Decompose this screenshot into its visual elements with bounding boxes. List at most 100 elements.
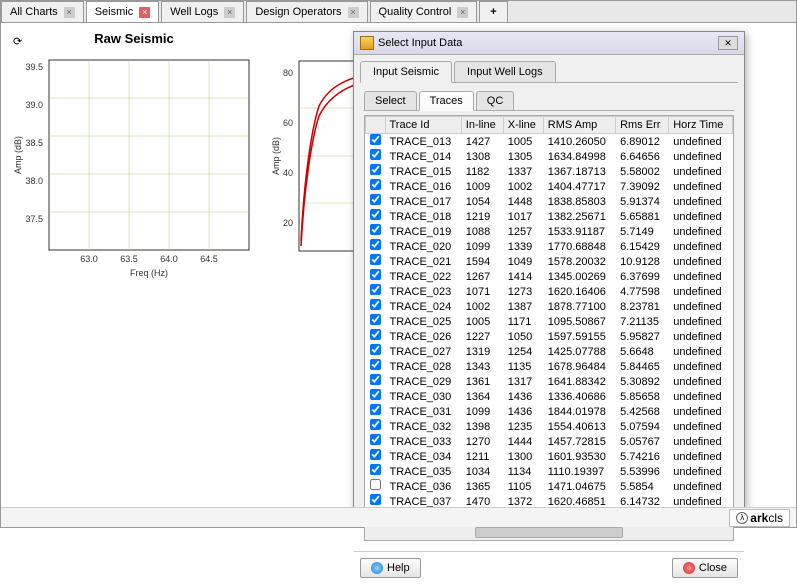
row-checkbox[interactable] xyxy=(370,164,381,175)
tab-label: Well Logs xyxy=(170,6,218,18)
cell-id: TRACE_026 xyxy=(385,329,461,344)
row-checkbox[interactable] xyxy=(370,479,381,490)
cell-rms: 1095.50867 xyxy=(543,314,615,329)
help-button[interactable]: Help xyxy=(360,558,421,578)
dialog-titlebar[interactable]: Select Input Data ✕ xyxy=(354,32,744,55)
row-checkbox[interactable] xyxy=(370,254,381,265)
row-checkbox[interactable] xyxy=(370,224,381,235)
col-rms-amp[interactable]: RMS Amp xyxy=(543,117,615,134)
table-row[interactable]: TRACE_026122710501597.591555.95827undefi… xyxy=(366,329,733,344)
row-checkbox[interactable] xyxy=(370,314,381,325)
row-checkbox[interactable] xyxy=(370,449,381,460)
table-row[interactable]: TRACE_020109913391770.688486.15429undefi… xyxy=(366,239,733,254)
row-checkbox[interactable] xyxy=(370,434,381,445)
brand-logo[interactable]: λ arkcls xyxy=(729,509,790,527)
traces-table-scroll[interactable]: Trace Id In-line X-line RMS Amp Rms Err … xyxy=(365,116,733,524)
cell-horz: undefined xyxy=(669,209,733,224)
table-row[interactable]: TRACE_024100213871878.771008.23781undefi… xyxy=(366,299,733,314)
cell-xline: 1049 xyxy=(503,254,543,269)
cell-rms: 1878.77100 xyxy=(543,299,615,314)
main-tab-well-logs[interactable]: Well Logs × xyxy=(161,1,244,22)
table-row[interactable]: TRACE_036136511051471.046755.5854undefin… xyxy=(366,479,733,494)
main-tab-quality-control[interactable]: Quality Control× xyxy=(370,1,478,22)
cell-id: TRACE_025 xyxy=(385,314,461,329)
row-checkbox[interactable] xyxy=(370,359,381,370)
row-checkbox[interactable] xyxy=(370,134,381,145)
row-checkbox[interactable] xyxy=(370,494,381,505)
cell-inline: 1099 xyxy=(461,239,503,254)
col-inline[interactable]: In-line xyxy=(461,117,503,134)
table-row[interactable]: TRACE_022126714141345.002696.37699undefi… xyxy=(366,269,733,284)
tab-close-icon[interactable]: × xyxy=(224,7,235,18)
row-checkbox[interactable] xyxy=(370,149,381,160)
cell-id: TRACE_035 xyxy=(385,464,461,479)
cell-err: 5.42568 xyxy=(616,404,669,419)
main-tab-all-charts[interactable]: All Charts× xyxy=(1,1,84,22)
table-row[interactable]: TRACE_030136414361336.406865.85658undefi… xyxy=(366,389,733,404)
tab-input-seismic[interactable]: Input Seismic xyxy=(360,61,452,83)
table-row[interactable]: TRACE_032139812351554.406135.07594undefi… xyxy=(366,419,733,434)
row-checkbox[interactable] xyxy=(370,464,381,475)
tab-close-icon[interactable]: × xyxy=(457,7,468,18)
col-check[interactable] xyxy=(366,117,386,134)
table-row[interactable]: TRACE_033127014441457.728155.05767undefi… xyxy=(366,434,733,449)
cell-xline: 1171 xyxy=(503,314,543,329)
cell-inline: 1211 xyxy=(461,449,503,464)
dialog-close-button[interactable]: ✕ xyxy=(718,36,738,50)
table-row[interactable]: TRACE_015118213371367.187135.58002undefi… xyxy=(366,164,733,179)
col-horz-time[interactable]: Horz Time xyxy=(669,117,733,134)
table-row[interactable]: TRACE_021159410491578.2003210.9128undefi… xyxy=(366,254,733,269)
table-row[interactable]: TRACE_014130813051634.849986.64656undefi… xyxy=(366,149,733,164)
table-row[interactable]: TRACE_035103411341110.193975.53996undefi… xyxy=(366,464,733,479)
row-checkbox[interactable] xyxy=(370,389,381,400)
row-checkbox[interactable] xyxy=(370,374,381,385)
row-checkbox[interactable] xyxy=(370,209,381,220)
table-row[interactable]: TRACE_025100511711095.508677.21135undefi… xyxy=(366,314,733,329)
cell-id: TRACE_018 xyxy=(385,209,461,224)
col-trace-id[interactable]: Trace Id xyxy=(385,117,461,134)
col-rms-err[interactable]: Rms Err xyxy=(616,117,669,134)
cell-inline: 1319 xyxy=(461,344,503,359)
hscroll-thumb[interactable] xyxy=(475,527,622,538)
table-row[interactable]: TRACE_023107112731620.164064.77598undefi… xyxy=(366,284,733,299)
row-checkbox[interactable] xyxy=(370,404,381,415)
table-row[interactable]: TRACE_029136113171641.883425.30892undefi… xyxy=(366,374,733,389)
row-checkbox[interactable] xyxy=(370,179,381,190)
cell-rms: 1601.93530 xyxy=(543,449,615,464)
cell-rms: 1345.00269 xyxy=(543,269,615,284)
add-tab-button[interactable]: + xyxy=(479,1,507,22)
sub-tab-select[interactable]: Select xyxy=(364,91,417,110)
cell-err: 5.74216 xyxy=(616,449,669,464)
tab-close-icon[interactable]: × xyxy=(64,7,75,18)
close-button[interactable]: Close xyxy=(672,558,738,578)
row-checkbox[interactable] xyxy=(370,239,381,250)
tab-close-icon[interactable]: × xyxy=(348,7,359,18)
tab-input-well-logs[interactable]: Input Well Logs xyxy=(454,61,556,82)
row-checkbox[interactable] xyxy=(370,329,381,340)
row-checkbox[interactable] xyxy=(370,194,381,205)
sub-tab-traces[interactable]: Traces xyxy=(419,91,474,111)
table-row[interactable]: TRACE_013142710051410.260506.89012undefi… xyxy=(366,134,733,150)
table-row[interactable]: TRACE_018121910171382.256715.65881undefi… xyxy=(366,209,733,224)
main-tab-design-operators[interactable]: Design Operators× xyxy=(246,1,367,22)
table-row[interactable]: TRACE_019108812571533.911875.7149undefin… xyxy=(366,224,733,239)
tab-close-icon[interactable]: × xyxy=(139,7,150,18)
table-row[interactable]: TRACE_017105414481838.858035.91374undefi… xyxy=(366,194,733,209)
table-row[interactable]: TRACE_034121113001601.935305.74216undefi… xyxy=(366,449,733,464)
row-checkbox[interactable] xyxy=(370,284,381,295)
row-checkbox[interactable] xyxy=(370,299,381,310)
row-checkbox[interactable] xyxy=(370,419,381,430)
table-row[interactable]: TRACE_016100910021404.477177.39092undefi… xyxy=(366,179,733,194)
sub-tab-qc[interactable]: QC xyxy=(476,91,515,110)
main-tab-seismic[interactable]: Seismic× xyxy=(86,1,160,22)
cell-horz: undefined xyxy=(669,134,733,150)
refresh-icon[interactable]: ⟳ xyxy=(13,35,22,48)
cell-inline: 1009 xyxy=(461,179,503,194)
row-checkbox[interactable] xyxy=(370,344,381,355)
table-row[interactable]: TRACE_027131912541425.077885.6648undefin… xyxy=(366,344,733,359)
cell-xline: 1414 xyxy=(503,269,543,284)
row-checkbox[interactable] xyxy=(370,269,381,280)
table-row[interactable]: TRACE_031109914361844.019785.42568undefi… xyxy=(366,404,733,419)
col-xline[interactable]: X-line xyxy=(503,117,543,134)
table-row[interactable]: TRACE_028134311351678.964845.84465undefi… xyxy=(366,359,733,374)
